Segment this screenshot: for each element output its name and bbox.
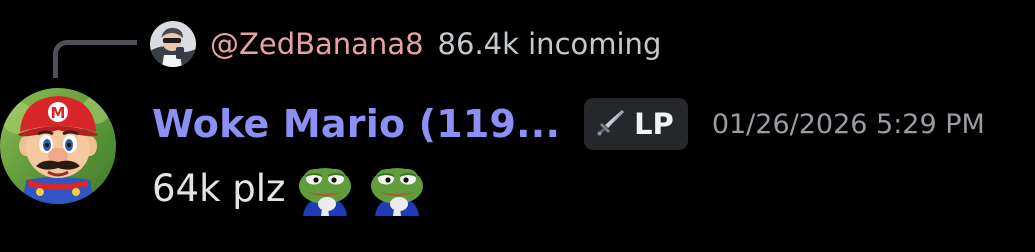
pepe-emoji[interactable] <box>365 160 429 216</box>
username[interactable]: Woke Mario (119... <box>152 102 560 146</box>
svg-text:M: M <box>51 104 66 122</box>
pepe-emoji[interactable] <box>293 160 357 216</box>
server-tag-label: LP <box>634 107 674 141</box>
reply-content-text[interactable]: 86.4k incoming <box>438 27 662 61</box>
chat-message: @ZedBanana8 86.4k incoming M Woke Mario … <box>0 0 1035 252</box>
reply-preview[interactable]: @ZedBanana8 86.4k incoming <box>150 18 661 70</box>
mario-avatar[interactable]: M <box>0 88 116 204</box>
reply-avatar[interactable] <box>150 21 196 67</box>
message-header: Woke Mario (119... LP 01/26/2026 5:29 PM <box>152 96 985 152</box>
reply-connector-line <box>53 40 137 78</box>
message-timestamp[interactable]: 01/26/2026 5:29 PM <box>712 109 985 140</box>
sword-icon <box>596 107 626 141</box>
reply-author-name[interactable]: @ZedBanana8 <box>210 27 424 61</box>
message-content: 64k plz <box>152 166 286 210</box>
server-tag-badge[interactable]: LP <box>584 98 688 150</box>
message-body: 64k plz <box>152 158 437 218</box>
